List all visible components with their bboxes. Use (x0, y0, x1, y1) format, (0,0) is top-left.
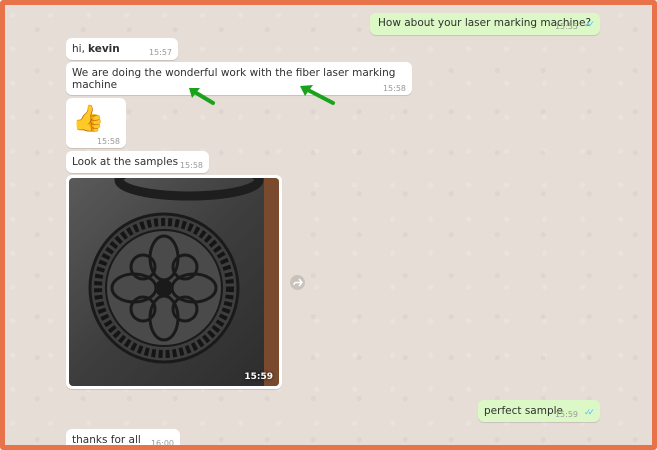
message-text: Look at the samples (72, 156, 179, 168)
message-text-bold: kevin (88, 43, 120, 55)
message-outgoing[interactable]: How about your laser marking machine? 15… (370, 13, 600, 35)
message-time: 15:59 (554, 410, 578, 419)
message-time: 15:58 (382, 84, 406, 93)
read-ticks-icon: ✓✓ (583, 408, 595, 418)
message-text: We are doing the wonderful work with the… (72, 67, 396, 91)
green-arrow-icon (189, 88, 215, 105)
message-time: 15:58 (96, 137, 120, 146)
message-incoming[interactable]: Look at the samples 15:58 (66, 151, 209, 173)
message-time: 15:57 (148, 48, 172, 57)
thumbs-up-icon: 👍 (72, 104, 105, 134)
chat-frame: How about your laser marking machine? 15… (0, 0, 657, 450)
image-message[interactable]: 15:59 (66, 175, 282, 389)
medallion-photo (88, 178, 279, 386)
message-text: thanks for all (72, 434, 141, 446)
message-outgoing[interactable]: perfect sample 15:59 ✓✓ (478, 400, 600, 422)
forward-icon[interactable] (290, 275, 305, 290)
message-time: 15:59 (244, 372, 273, 382)
message-incoming[interactable]: 👍 15:58 (66, 98, 126, 148)
message-incoming[interactable]: thanks for all 16:00 (66, 429, 180, 448)
message-time: 15:58 (179, 161, 203, 170)
message-time: 15:55 (554, 22, 578, 31)
message-time: 16:00 (150, 439, 174, 448)
message-text: hi, (72, 43, 85, 55)
read-ticks-icon: ✓✓ (583, 20, 595, 30)
message-incoming[interactable]: hi, kevin 15:57 (66, 38, 178, 60)
message-text: perfect sample (484, 405, 564, 417)
message-incoming[interactable]: We are doing the wonderful work with the… (66, 62, 412, 95)
green-arrow-icon (300, 85, 335, 105)
laser-marked-medallion-image[interactable]: 15:59 (69, 178, 279, 386)
